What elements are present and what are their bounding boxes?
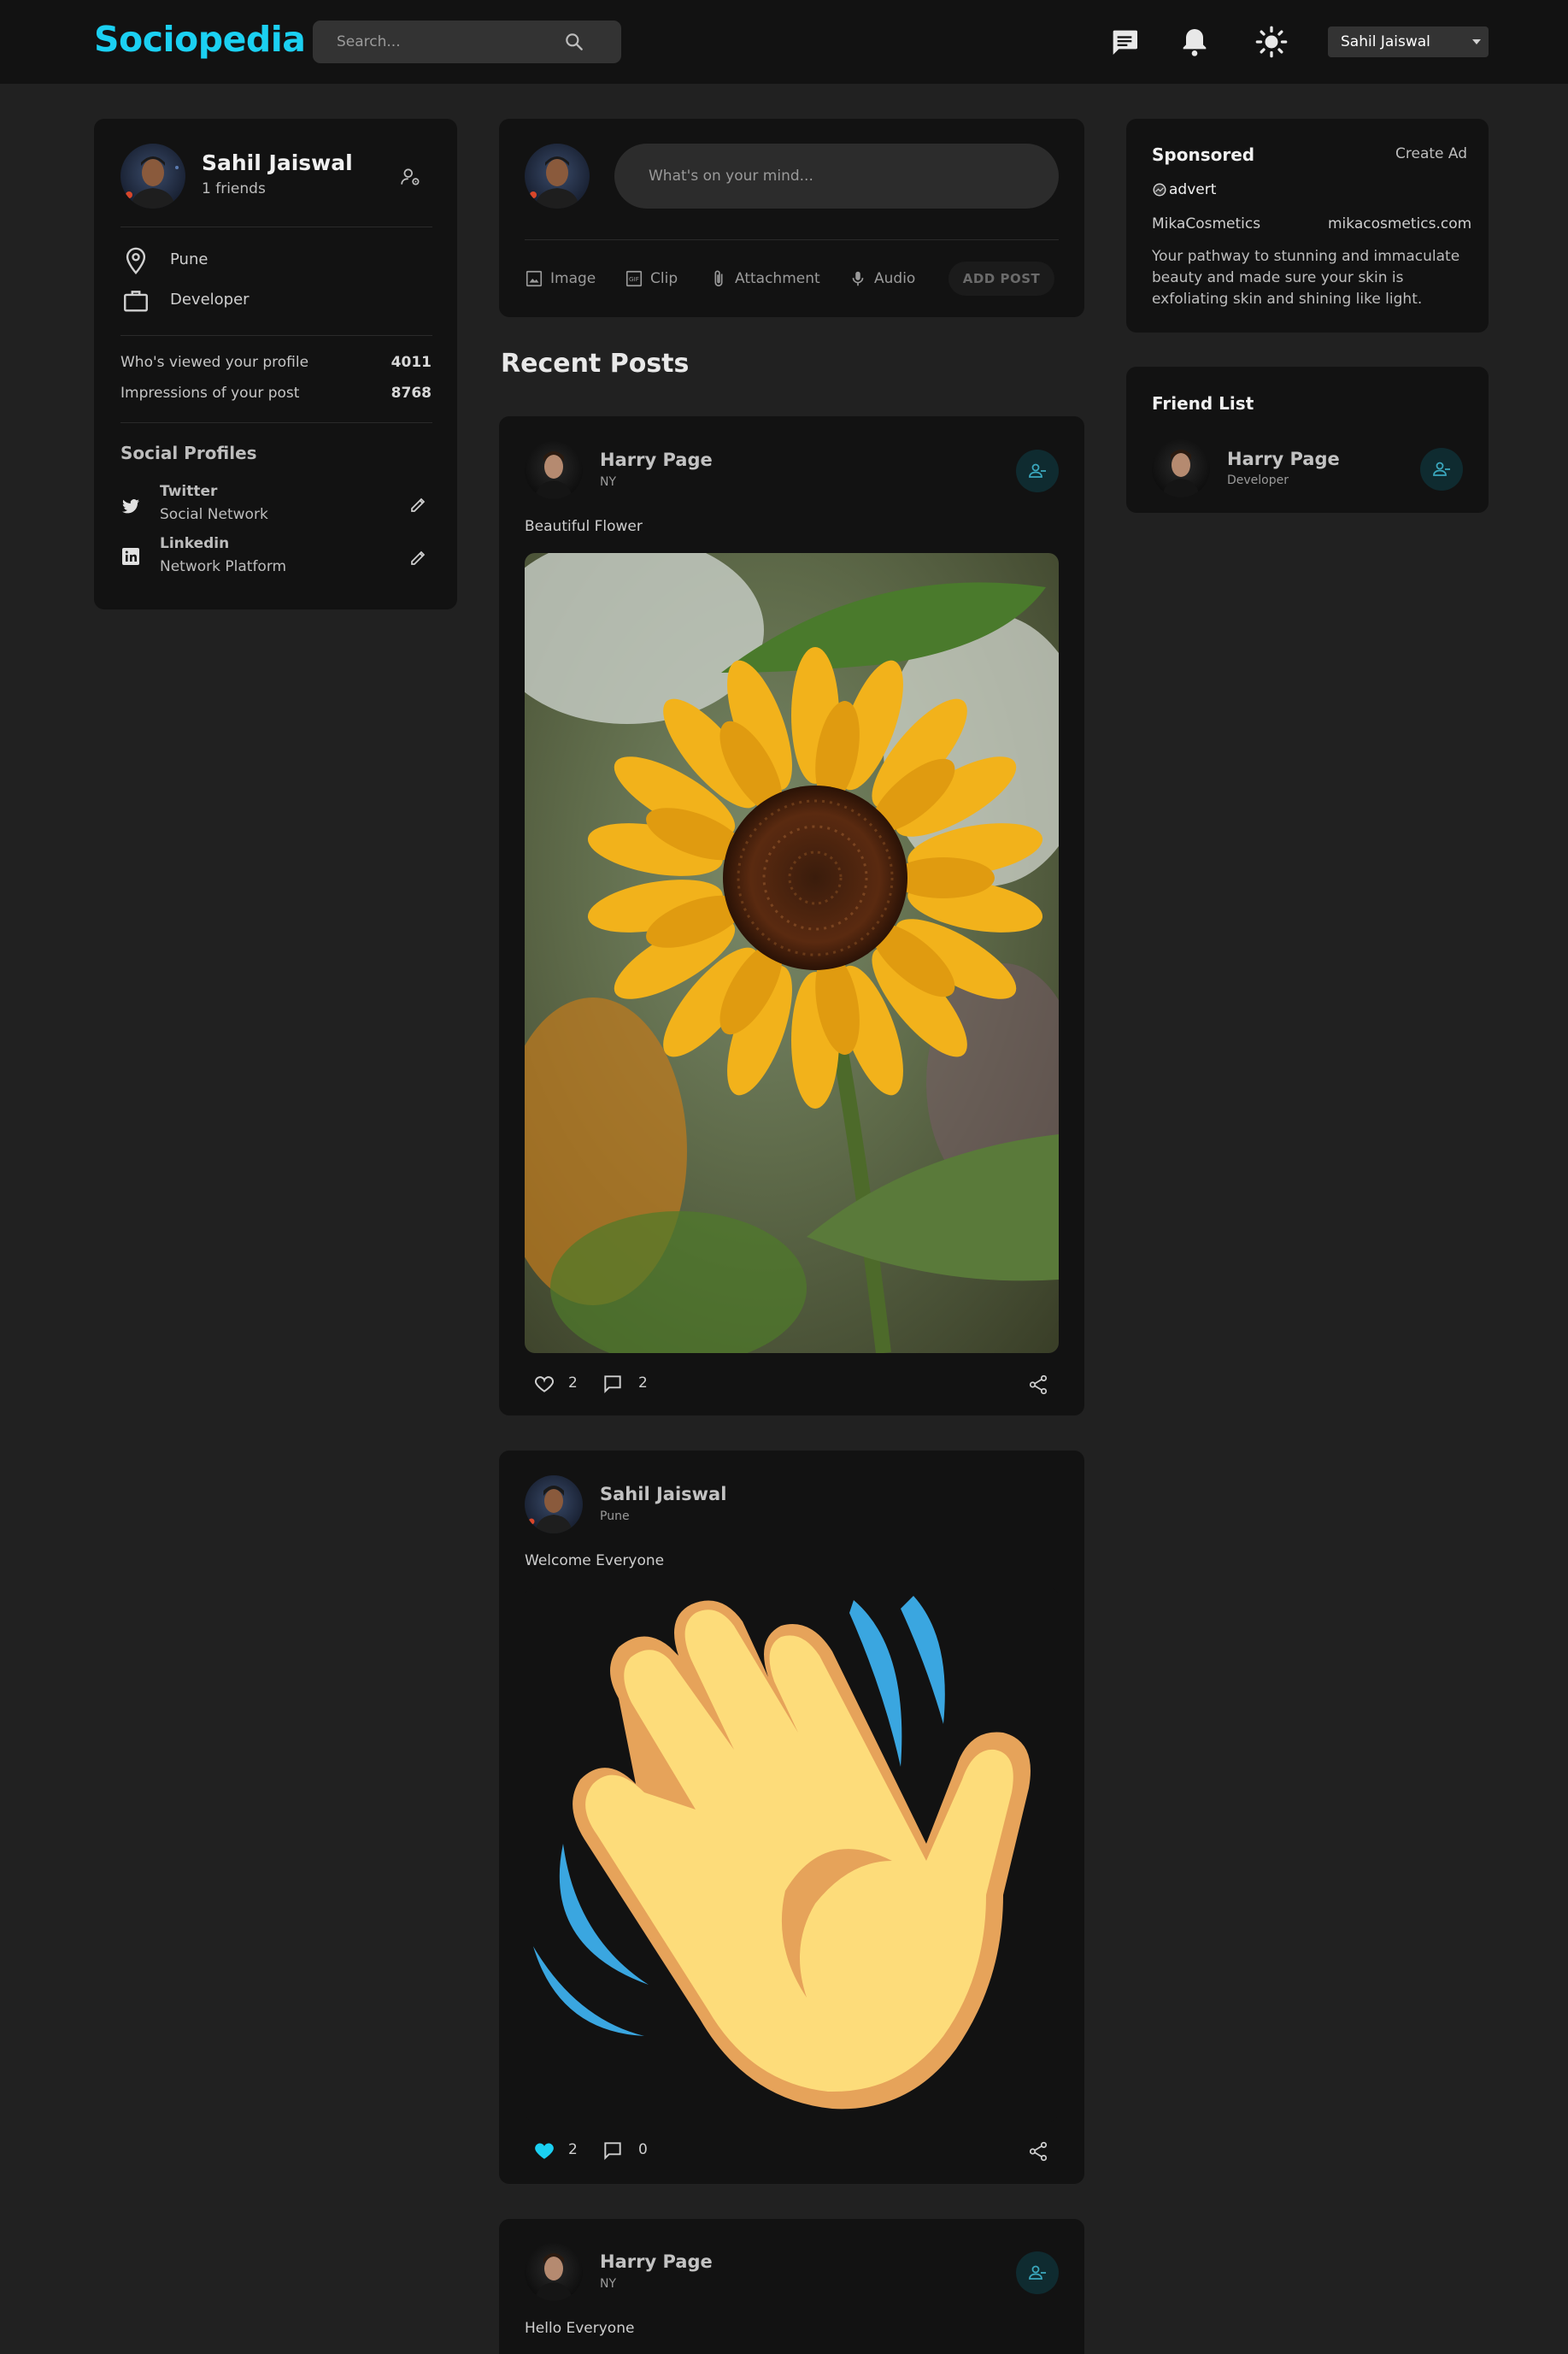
like-count: 2: [568, 2141, 578, 2158]
friend-list-title: Friend List: [1152, 393, 1254, 414]
sponsor-description: Your pathway to stunning and immaculate …: [1152, 248, 1460, 308]
impressions-label: Impressions of your post: [120, 385, 300, 402]
app-logo[interactable]: Sociopedia: [94, 19, 306, 60]
sponsored-title: Sponsored: [1152, 144, 1255, 165]
user-select-dropdown[interactable]: Sahil Jaiswal: [1328, 26, 1489, 57]
clip-icon: GIF: [625, 270, 643, 287]
friend-occupation: Developer: [1227, 474, 1289, 487]
chevron-down-icon: [1472, 39, 1481, 44]
post-image-waving-hand[interactable]: [525, 1587, 1059, 2122]
attachment-icon: [714, 270, 723, 287]
twitter-icon: [120, 496, 141, 520]
attachment-tool-label: Attachment: [735, 270, 820, 287]
share-icon[interactable]: [1027, 1374, 1049, 1399]
liked-heart-icon[interactable]: [533, 2139, 555, 2165]
post-input[interactable]: What's on your mind...: [614, 144, 1059, 209]
profile-location: Pune: [170, 250, 208, 268]
message-icon[interactable]: [1107, 25, 1142, 59]
advert-image[interactable]: advert: [1152, 179, 1216, 200]
avatar[interactable]: [120, 144, 185, 209]
share-icon[interactable]: [1027, 2140, 1049, 2166]
image-icon: [526, 270, 543, 287]
person-remove-icon: [1029, 2265, 1046, 2280]
profile-views-label: Who's viewed your profile: [120, 354, 309, 371]
image-tool-button[interactable]: Image: [525, 267, 596, 291]
linkedin-label[interactable]: Linkedin: [160, 535, 229, 552]
post-author-location: NY: [600, 475, 617, 489]
sponsor-website[interactable]: mikacosmetics.com: [1328, 215, 1471, 232]
clip-tool-label: Clip: [650, 270, 678, 287]
profile-occupation: Developer: [170, 291, 250, 309]
divider: [120, 335, 432, 336]
linkedin-sub: Network Platform: [160, 558, 287, 575]
comment-icon[interactable]: [602, 1373, 624, 1398]
attachment-tool-button[interactable]: Attachment: [709, 267, 820, 291]
impressions-value: 8768: [391, 385, 432, 402]
post-avatar[interactable]: [525, 2243, 583, 2301]
post-description: Beautiful Flower: [525, 518, 643, 535]
twitter-sub: Social Network: [160, 506, 268, 523]
image-tool-label: Image: [550, 270, 596, 287]
add-post-button[interactable]: ADD POST: [948, 262, 1054, 296]
manage-accounts-icon[interactable]: [400, 166, 422, 191]
post-avatar[interactable]: [525, 441, 583, 499]
user-select-value: Sahil Jaiswal: [1341, 33, 1430, 50]
profile-name[interactable]: Sahil Jaiswal: [202, 150, 353, 175]
audio-tool-label: Audio: [874, 270, 916, 287]
post-author-location: NY: [600, 2277, 617, 2291]
linkedin-icon: [120, 546, 141, 570]
advert-alt-text: advert: [1169, 181, 1217, 198]
person-remove-icon: [1029, 463, 1046, 478]
post-author-location: Pune: [600, 1510, 630, 1523]
post-image-sunflower[interactable]: [525, 553, 1059, 1353]
microphone-icon: [852, 271, 864, 286]
clip-tool-button[interactable]: GIF Clip: [625, 267, 678, 291]
remove-friend-button[interactable]: [1016, 2251, 1059, 2294]
comment-icon[interactable]: [602, 2139, 624, 2165]
edit-twitter-icon[interactable]: [408, 494, 429, 518]
notifications-icon[interactable]: [1177, 25, 1212, 59]
recent-posts-heading: Recent Posts: [501, 349, 690, 379]
friend-avatar[interactable]: [1152, 439, 1210, 497]
comment-count: 2: [638, 1374, 648, 1392]
search-bar[interactable]: [313, 21, 621, 63]
svg-text:GIF: GIF: [629, 275, 639, 283]
post-author-name[interactable]: Harry Page: [600, 450, 713, 470]
post-author-name[interactable]: Sahil Jaiswal: [600, 1484, 726, 1504]
composer-avatar: [525, 144, 590, 209]
theme-toggle-icon[interactable]: [1254, 25, 1289, 59]
social-profiles-title: Social Profiles: [120, 443, 257, 463]
audio-tool-button[interactable]: Audio: [849, 267, 915, 291]
comment-count: 0: [638, 2141, 648, 2158]
friend-name[interactable]: Harry Page: [1227, 449, 1340, 469]
remove-friend-button[interactable]: [1420, 448, 1463, 491]
divider: [120, 422, 432, 423]
twitter-label[interactable]: Twitter: [160, 483, 217, 500]
work-icon: [121, 286, 150, 319]
edit-linkedin-icon[interactable]: [408, 547, 429, 571]
remove-friend-button[interactable]: [1016, 450, 1059, 492]
profile-friends-count: 1 friends: [202, 180, 266, 197]
post-description: Hello Everyone: [525, 2320, 635, 2337]
create-ad-link[interactable]: Create Ad: [1395, 145, 1467, 162]
top-navbar: Sociopedia Sahil Jaiswal: [0, 0, 1568, 84]
like-count: 2: [568, 1374, 578, 1392]
like-icon[interactable]: [533, 1373, 555, 1398]
person-remove-icon: [1433, 462, 1450, 476]
sponsor-brand: MikaCosmetics: [1152, 215, 1261, 232]
search-input[interactable]: [337, 21, 559, 63]
post-description: Welcome Everyone: [525, 1552, 665, 1569]
location-icon: [121, 246, 150, 279]
search-icon[interactable]: [563, 31, 585, 53]
post-avatar[interactable]: [525, 1475, 583, 1533]
profile-views-value: 4011: [391, 354, 432, 371]
divider: [525, 239, 1059, 240]
post-author-name[interactable]: Harry Page: [600, 2251, 713, 2272]
broken-image-icon: [1153, 183, 1166, 197]
